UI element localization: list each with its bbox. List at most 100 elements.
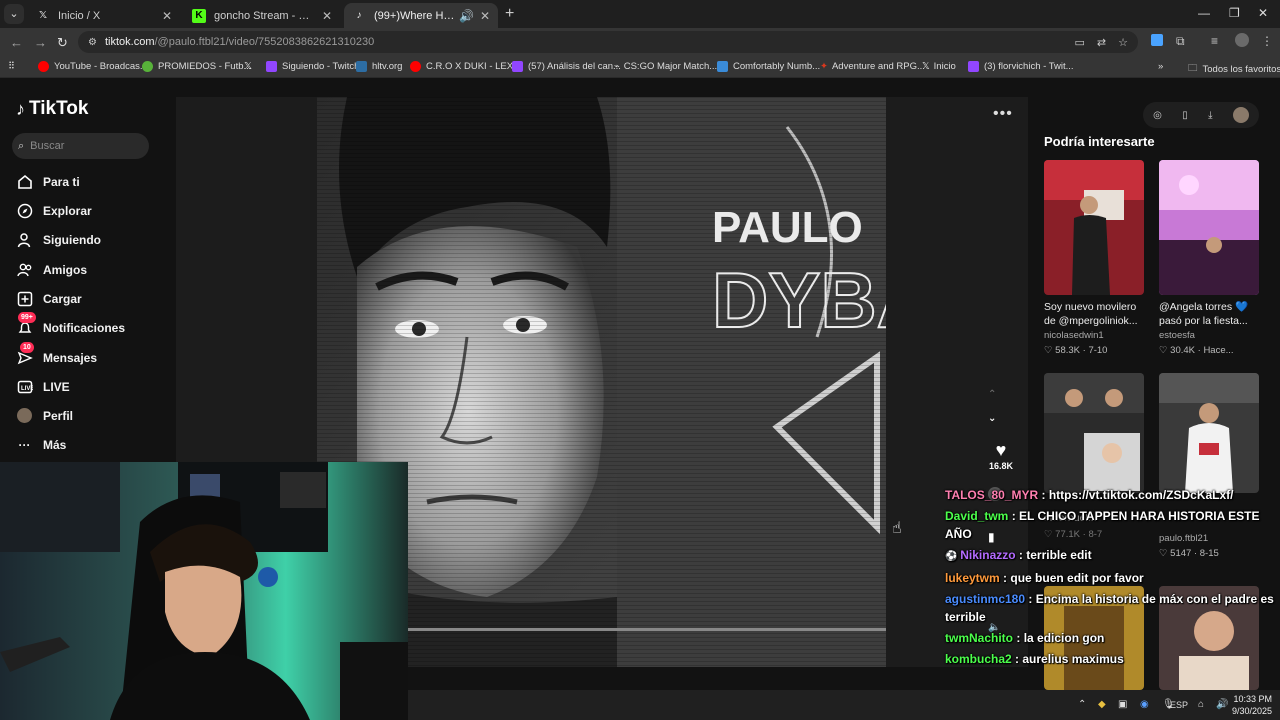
upload-icon [16, 290, 33, 307]
next-video-icon[interactable]: ⌄ [988, 413, 996, 424]
chat-message: kombucha2 : aurelius maximus [945, 652, 1124, 666]
tab-title: goncho Stream - Watch Live on [214, 9, 316, 22]
os-taskbar: ⌃ ◆ ▣ ◉ 🎙 ESP ⌂ 🔊 [408, 690, 1280, 720]
bookmarks-bar: ⠿ YouTube - Broadcas... PROMIEDOS - Futb… [0, 56, 1280, 78]
message-icon: 10 [16, 342, 34, 366]
nav-amigos[interactable]: Amigos [16, 261, 87, 278]
bookmark-twitch-following[interactable]: Siguiendo - Twitch [266, 61, 359, 72]
close-tab-icon[interactable]: ✕ [162, 9, 172, 23]
bookmark-inicio[interactable]: 𝕏 Inicio [922, 61, 956, 72]
previous-video-icon[interactable]: ⌃ [988, 389, 996, 400]
bookmark-hltv[interactable]: hltv.org [356, 61, 402, 72]
bookmark-comfortably-numb[interactable]: Comfortably Numb... [717, 61, 820, 72]
tab-title: (99+)Where Have You Been [374, 9, 455, 22]
more-icon: ··· [18, 437, 31, 452]
reload-icon[interactable]: ↻ [57, 35, 68, 51]
tray-app-icon[interactable]: ◆ [1098, 699, 1106, 710]
chat-badge-icon: ⚽ [945, 551, 961, 562]
nav-mas[interactable]: ··· Más [16, 436, 67, 453]
translate-icon[interactable]: ⇄ [1097, 36, 1106, 49]
new-tab-button[interactable]: + [505, 5, 514, 23]
minimize-icon[interactable]: — [1198, 6, 1210, 20]
chat-message: twmNachito : la edicion gon [945, 631, 1105, 645]
all-bookmarks[interactable]: 🗀 Todos los favoritos [1188, 61, 1280, 77]
media-control-icon[interactable]: ≡ [1211, 34, 1218, 48]
cast-icon[interactable]: ▭ [1075, 36, 1085, 49]
url-bar[interactable]: ⚙ tiktok.com/@paulo.ftbl21/video/7552083… [78, 31, 1138, 53]
restore-icon[interactable]: ❐ [1229, 6, 1240, 20]
extensions-puzzle-icon[interactable]: ⧉ [1176, 34, 1185, 49]
chat-username: David_twm [945, 509, 1009, 523]
coin-icon[interactable]: ◎ [1153, 110, 1162, 121]
download-icon[interactable]: ⤓ [1208, 110, 1212, 121]
like-button[interactable]: ♥ 16.8K [987, 440, 1015, 471]
video-progress-bar[interactable] [407, 628, 886, 631]
tray-app-icon[interactable]: ◉ [1140, 699, 1149, 710]
nav-mensajes[interactable]: 10 Mensajes [16, 342, 97, 366]
hltv-icon [356, 61, 367, 72]
network-icon[interactable]: ⌂ [1198, 699, 1204, 710]
bookmark-florvichich[interactable]: (3) florvichich - Twit... [968, 61, 1074, 72]
chat-username: TALOS_80_MYR [945, 488, 1039, 502]
apps-grid-icon[interactable]: ⠿ [8, 61, 15, 72]
search-box[interactable]: ⌕ [12, 133, 149, 159]
video-more-options-icon[interactable]: ••• [993, 105, 1013, 123]
friends-icon [16, 261, 33, 278]
card-title: Soy nuevo movilero de @mpergoliniok... [1044, 301, 1138, 327]
close-tab-icon[interactable]: ✕ [480, 9, 490, 23]
tab-x[interactable]: 𝕏 Inicio / X ✕ [28, 3, 180, 28]
bookmark-x[interactable]: 𝕏 [244, 61, 252, 72]
tab-search-chevron-icon[interactable]: ⌄ [4, 4, 24, 24]
like-count: 16.8K [988, 461, 1014, 471]
tray-overflow-icon[interactable]: ⌃ [1078, 699, 1086, 710]
bookmark-youtube[interactable]: YouTube - Broadcas... [38, 61, 148, 72]
bookmark-csgo-major[interactable]: ⌁ CS:GO Major Match... [614, 61, 717, 72]
bookmark-star-icon[interactable]: ☆ [1118, 36, 1128, 49]
nav-explorar[interactable]: Explorar [16, 202, 92, 219]
close-tab-icon[interactable]: ✕ [322, 9, 332, 23]
nav-cargar[interactable]: Cargar [16, 290, 82, 307]
tab-tiktok[interactable]: ♪ (99+)Where Have You Been 🔊 ✕ [344, 3, 498, 28]
tiktok-logo[interactable]: ♪ TikTok [16, 98, 88, 120]
system-clock[interactable]: 10:33 PM 9/30/2025 [1228, 693, 1272, 717]
clock-date: 9/30/2025 [1231, 706, 1272, 716]
bookmark-cro-duki[interactable]: C.R.O X DUKI - LEX... [410, 61, 521, 72]
suggested-video-card[interactable]: Soy nuevo movilero de @mpergoliniok... n… [1044, 160, 1144, 356]
volume-tray-icon[interactable]: 🔊 [1216, 699, 1228, 710]
bookmarks-overflow-icon[interactable]: » [1158, 61, 1163, 72]
card-stats: ♡ 58.3K · 7-10 [1044, 345, 1108, 356]
forward-icon[interactable]: → [34, 35, 47, 50]
search-icon: ⌕ [18, 139, 25, 152]
tab-title: Inicio / X [58, 9, 101, 22]
bookmark-adventure-rpg[interactable]: ✦ Adventure and RPG... [820, 61, 925, 72]
site-info-icon[interactable]: ⚙ [88, 37, 97, 48]
nav-perfil[interactable]: Perfil [16, 407, 73, 424]
close-window-icon[interactable]: ✕ [1258, 6, 1268, 20]
language-indicator[interactable]: ESP [1170, 700, 1188, 710]
tab-kick[interactable]: K goncho Stream - Watch Live on ✕ [184, 3, 340, 28]
nav-para-ti[interactable]: Para ti [16, 173, 80, 190]
device-icon[interactable]: ▯ [1182, 110, 1188, 121]
youtube-icon [38, 61, 49, 72]
card-username: estoesfa [1159, 330, 1195, 341]
back-icon[interactable]: ← [10, 35, 23, 50]
audio-playing-icon[interactable]: 🔊 [459, 9, 474, 23]
nav-live[interactable]: LIVE LIVE [16, 378, 70, 395]
message-badge: 10 [20, 342, 34, 353]
search-input[interactable] [30, 140, 131, 152]
mouse-cursor-icon: ☝ [892, 520, 902, 537]
nav-siguiendo[interactable]: Siguiendo [16, 231, 101, 248]
nav-notificaciones[interactable]: 99+ Notificaciones [16, 312, 125, 336]
heart-icon: ♡ [1159, 345, 1171, 356]
url-host: tiktok.com [104, 36, 155, 48]
suggested-video-card[interactable]: @Angela torres 💙 pasó por la fiesta... e… [1159, 160, 1259, 356]
extension-icon[interactable] [1151, 34, 1163, 49]
url-path: /@paulo.ftbl21/video/7552083862621310230 [154, 36, 375, 48]
tray-app-icon[interactable]: ▣ [1118, 699, 1127, 710]
bookmark-promiedos[interactable]: PROMIEDOS - Futb... [142, 61, 251, 72]
browser-menu-icon[interactable]: ⋮ [1261, 34, 1273, 48]
avatar[interactable] [1232, 107, 1249, 123]
profile-avatar-icon[interactable] [1235, 33, 1249, 50]
bookmark-analisis[interactable]: (57) Análisis del can... [512, 61, 621, 72]
address-toolbar: ← → ↻ ⚙ tiktok.com/@paulo.ftbl21/video/7… [0, 28, 1280, 56]
